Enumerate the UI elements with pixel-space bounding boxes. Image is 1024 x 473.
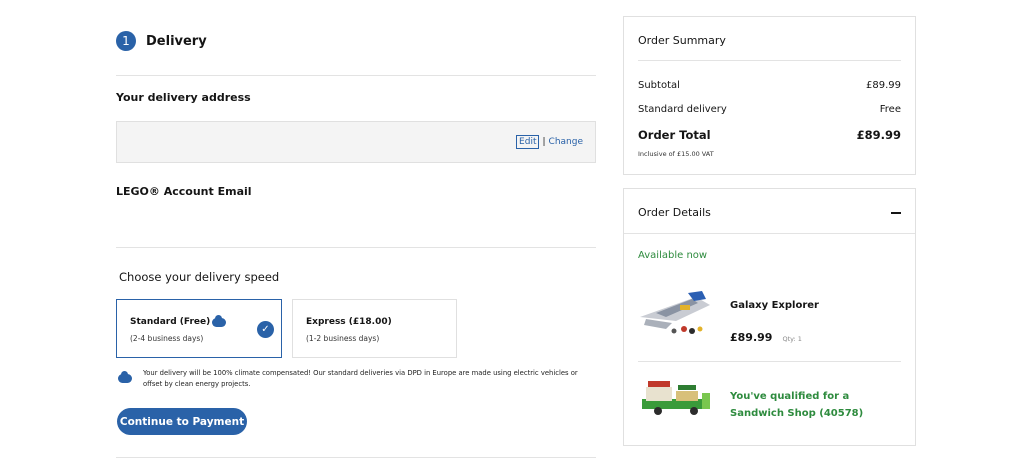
- divider: [638, 361, 901, 362]
- order-total-value: £89.99: [856, 128, 901, 142]
- product-qty: Qty: 1: [782, 335, 802, 343]
- order-summary-title: Order Summary: [638, 34, 726, 47]
- check-icon: ✓: [257, 321, 274, 338]
- divider: [116, 75, 596, 76]
- continue-to-payment-button[interactable]: Continue to Payment: [117, 408, 247, 435]
- gift-qualified-text: You've qualified for a Sandwich Shop (40…: [730, 391, 864, 419]
- option-duration: (2-4 business days): [130, 334, 204, 343]
- galaxy-explorer-image: [640, 291, 710, 334]
- product-name: Galaxy Explorer: [730, 300, 819, 311]
- option-duration: (1-2 business days): [306, 334, 380, 343]
- option-name: Express (£18.00): [306, 317, 392, 327]
- order-total-label: Order Total: [638, 128, 711, 142]
- option-name: Standard (Free): [130, 317, 211, 327]
- address-actions: Edit | Change: [516, 135, 583, 149]
- delivery-address-label: Your delivery address: [116, 91, 251, 104]
- availability-label: Available now: [638, 250, 708, 261]
- co2-cloud-icon: [212, 315, 226, 327]
- express-delivery-option[interactable]: Express (£18.00) (1-2 business days): [292, 299, 457, 358]
- order-details-title: Order Details: [638, 206, 711, 219]
- co2-cloud-icon: [118, 371, 132, 383]
- link-separator: |: [542, 137, 546, 147]
- subtotal-label: Subtotal: [638, 80, 680, 91]
- product-price-row: £89.99 Qty: 1: [730, 331, 802, 344]
- delivery-cost-label: Standard delivery: [638, 104, 727, 115]
- delivery-cost-row: Standard delivery Free: [638, 104, 901, 115]
- climate-note: Your delivery will be 100% climate compe…: [143, 369, 578, 388]
- delivery-speed-title: Choose your delivery speed: [119, 270, 280, 284]
- collapse-icon[interactable]: [891, 212, 901, 214]
- divider: [116, 247, 596, 248]
- delivery-cost-value: Free: [879, 104, 901, 115]
- order-total-row: Order Total £89.99: [638, 128, 901, 142]
- subtotal-value: £89.99: [866, 80, 901, 91]
- address-box: Edit | Change: [116, 121, 596, 163]
- sandwich-shop-image: [642, 381, 710, 415]
- subtotal-row: Subtotal £89.99: [638, 80, 901, 91]
- divider: [638, 60, 901, 61]
- delivery-step-header: 1 Delivery: [116, 31, 207, 51]
- product-price: £89.99: [730, 331, 773, 344]
- change-address-link[interactable]: Change: [549, 137, 583, 147]
- account-email-label: LEGO® Account Email: [116, 185, 252, 198]
- step-number-badge: 1: [116, 31, 136, 51]
- order-summary-card: Order Summary Subtotal £89.99 Standard d…: [623, 16, 916, 175]
- order-details-card: Order Details Available now Galaxy Explo…: [623, 188, 916, 446]
- standard-delivery-option[interactable]: Standard (Free) (2-4 business days) ✓: [116, 299, 282, 358]
- divider: [116, 457, 596, 458]
- divider: [624, 233, 915, 234]
- edit-address-link[interactable]: Edit: [516, 135, 540, 149]
- vat-note: Inclusive of £15.00 VAT: [638, 150, 714, 158]
- delivery-title: Delivery: [146, 33, 207, 49]
